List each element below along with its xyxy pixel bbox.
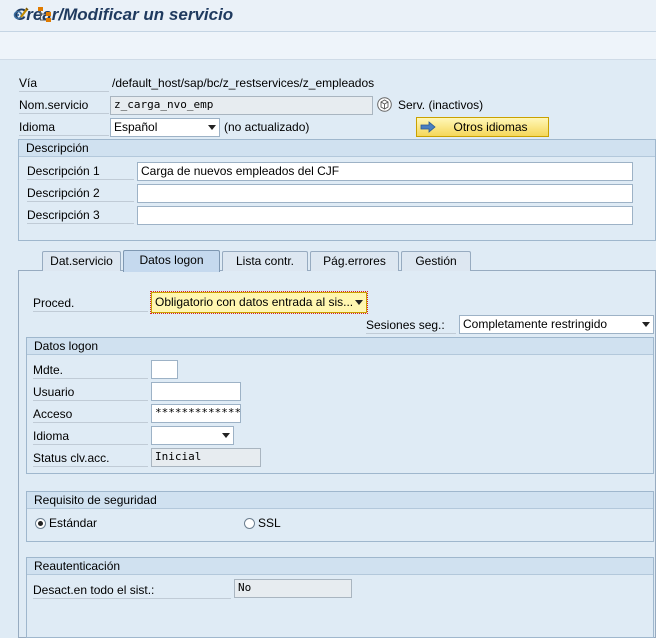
nom-servicio-label: Nom.servicio [19,98,109,114]
usuario-input[interactable] [151,382,241,401]
radio-ssl[interactable] [244,518,255,529]
serv-status: Serv. (inactivos) [398,98,484,112]
desact-label: Desact.en todo el sist.: [33,583,231,599]
status-label: Status clv.acc. [33,451,148,467]
tab-gestion[interactable]: Gestión [401,251,471,271]
via-value: /default_host/sap/bc/z_restservices/z_em… [112,76,375,90]
hierarchy-icon[interactable] [36,5,54,23]
otros-idiomas-label: Otros idiomas [453,120,528,134]
desc1-label: Descripción 1 [27,164,134,180]
desc3-label: Descripción 3 [27,208,134,224]
desc3-input[interactable] [137,206,633,225]
desc2-label: Descripción 2 [27,186,134,202]
seguridad-group-title: Requisito de seguridad [27,492,653,509]
radio-ssl-label: SSL [258,516,281,530]
sesiones-dropdown[interactable]: Completamente restringido [459,315,654,334]
mdte-input[interactable] [151,360,178,379]
application-toolbar [0,32,656,60]
logon-idioma-label: Idioma [33,429,148,445]
reauth-group-title: Reautenticación [27,558,653,575]
descripcion-group-title: Descripción [19,140,655,157]
proced-label: Proced. [33,296,148,312]
sesiones-label-text: Sesiones seg.: [366,318,445,332]
logon-idioma-dropdown[interactable] [151,426,234,445]
sesiones-label: Sesiones seg.: [366,318,456,334]
desc2-input[interactable] [137,184,633,203]
cube-icon[interactable] [377,97,392,112]
idioma-label: Idioma [19,120,109,136]
chevron-down-icon [642,322,650,327]
radio-estandar-label: Estándar [49,516,98,530]
arrow-right-icon [420,121,436,133]
desc1-input[interactable]: Carga de nuevos empleados del CJF [137,162,633,181]
desact-field: No [234,579,352,598]
radio-estandar[interactable] [35,518,46,529]
acceso-input[interactable]: ************* [151,404,241,423]
mdte-label: Mdte. [33,363,148,379]
usuario-label: Usuario [33,385,148,401]
tab-dat-servicio[interactable]: Dat.servicio [42,251,121,271]
tab-lista-contr[interactable]: Lista contr. [222,251,308,271]
otros-idiomas-button[interactable]: Otros idiomas [416,117,549,137]
acceso-label: Acceso [33,407,148,423]
via-label: Vía [19,76,109,92]
chevron-down-icon [208,125,216,130]
tab-datos-logon[interactable]: Datos logon [123,250,220,272]
tab-pag-errores[interactable]: Pág.errores [310,251,399,271]
datos-logon-group-title: Datos logon [27,338,653,355]
change-display-icon[interactable] [12,5,30,23]
nom-servicio-field: z_carga_nvo_emp [110,96,373,115]
idioma-note: (no actualizado) [224,120,310,134]
proced-dropdown-value: Obligatorio con datos entrada al sis... [155,295,354,309]
status-field: Inicial [151,448,261,467]
idioma-dropdown-value: Español [114,120,158,134]
proced-dropdown[interactable]: Obligatorio con datos entrada al sis... [150,291,368,314]
chevron-down-icon [222,433,230,438]
seguridad-group: Requisito de seguridad [26,491,654,542]
sesiones-dropdown-value: Completamente restringido [463,317,608,331]
chevron-down-icon [355,300,363,305]
idioma-dropdown[interactable]: Español [110,118,220,137]
